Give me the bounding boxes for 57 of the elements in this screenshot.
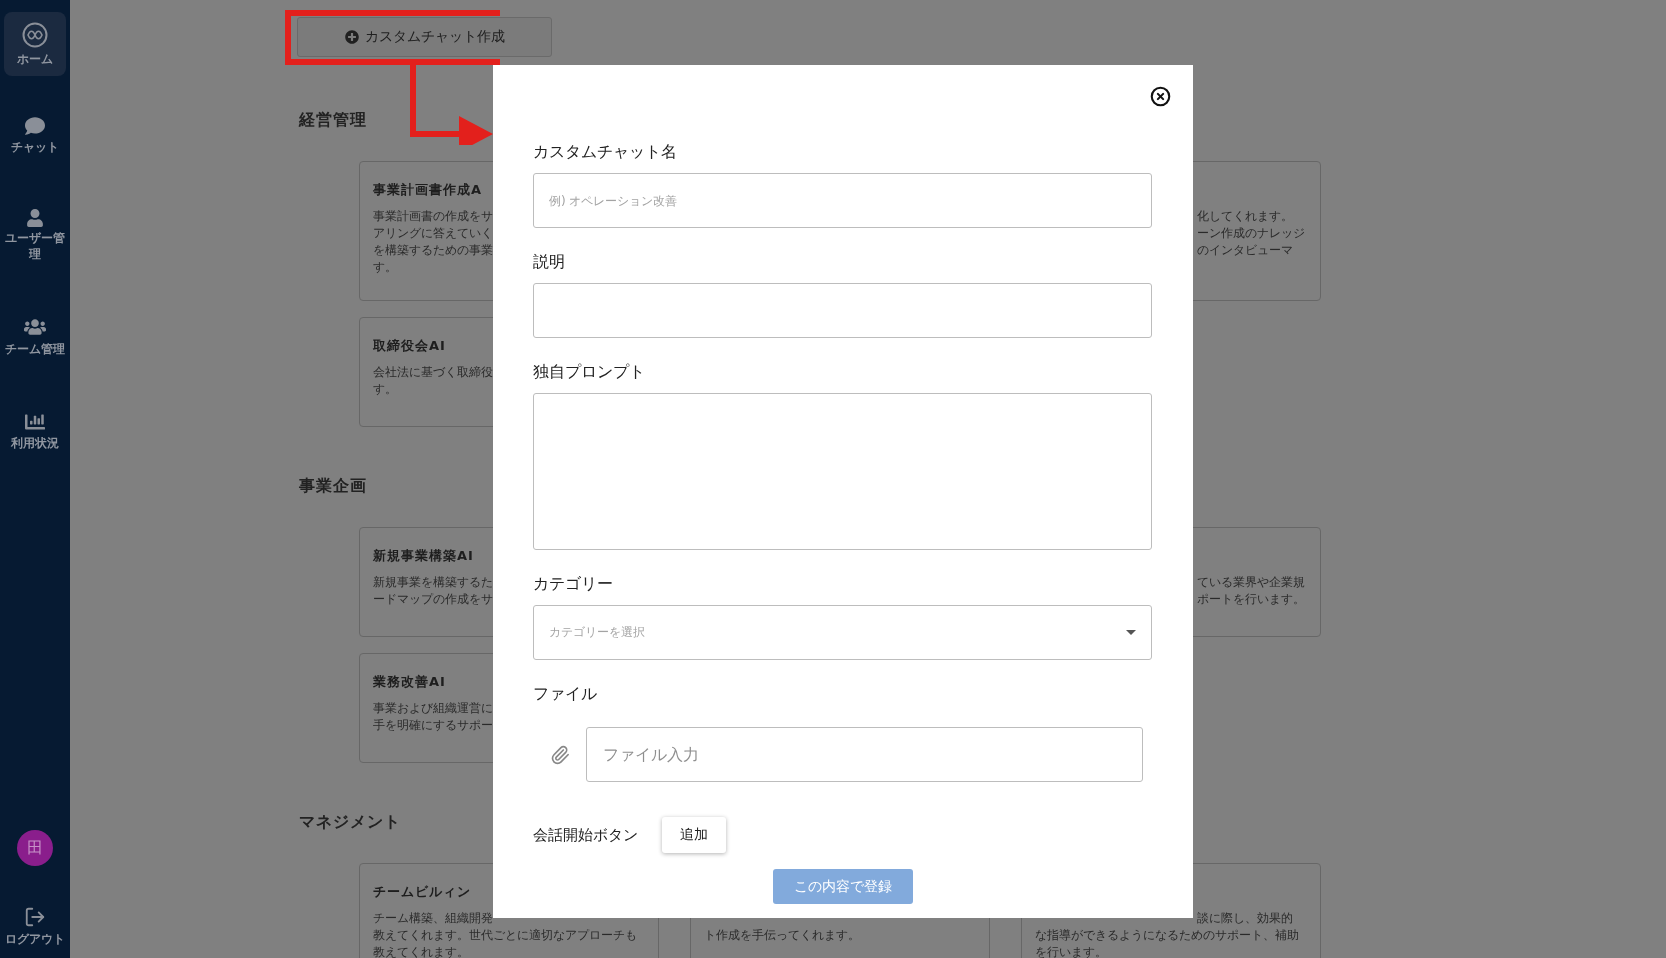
add-button[interactable]: 追加 [662, 817, 726, 853]
field-label: ファイル [533, 684, 598, 704]
close-button[interactable] [1150, 86, 1171, 107]
card-description: す。 [373, 381, 397, 398]
section-title: 経営管理 [299, 109, 368, 131]
field-label: カスタムチャット名 [533, 142, 678, 162]
card-title: 業務改善AI [373, 673, 447, 691]
card-description: のインタビューマ [1197, 242, 1293, 259]
input-field[interactable] [533, 283, 1152, 338]
card-title: チームビルィン [373, 883, 472, 901]
field-label: 説明 [533, 252, 566, 272]
card-description: 手を明確にするサポー [373, 717, 493, 734]
file-input-field[interactable]: ファイル入力 [586, 727, 1143, 782]
card-title: 新規事業構築AI [373, 547, 475, 565]
card-description: を構築するための事業 [373, 242, 493, 259]
card-description: ている業界や企業規 [1197, 574, 1305, 591]
sidebar-item[interactable]: ユーザー管理 [4, 199, 66, 271]
close-icon [1150, 86, 1171, 107]
card-description: を行います。 [1035, 944, 1107, 958]
card-description: チーム構築、組織開発 [373, 910, 493, 927]
input-field[interactable]: 例) オペレーション改善 [533, 173, 1152, 228]
card-description: 事業計画書の作成をサ [373, 208, 493, 225]
card-description: 教えてくれます。世代ごとに適切なアプローチも [373, 927, 637, 944]
paperclip-icon [550, 744, 570, 765]
card-description: ポートを行います。 [1197, 591, 1305, 608]
section-title: マネジメント [299, 811, 402, 833]
sidebar-item[interactable]: チーム管理 [4, 306, 66, 366]
card-description: 化してくれます。 [1197, 208, 1293, 225]
card-description: ードマップの作成をサ [373, 591, 493, 608]
field-label: 独自プロンプト [533, 362, 646, 382]
card-description: 新規事業を構築するた [373, 574, 493, 591]
card-description: ト作成を手伝ってくれます。 [704, 927, 860, 944]
caret-icon [1126, 630, 1136, 635]
logo-icon [22, 22, 48, 48]
card-description: ーン作成のナレッジ [1197, 225, 1305, 242]
user-icon [26, 209, 44, 228]
card-description: 事業および組織運営に [373, 700, 493, 717]
sidebar-item[interactable]: ホーム [4, 12, 66, 76]
chat-icon [25, 115, 45, 136]
card-description: アリングに答えていく [373, 225, 493, 242]
field-label: カテゴリー [533, 574, 614, 594]
card-description: 談に際し、効果的 [1197, 910, 1293, 927]
prompt-field[interactable] [533, 393, 1152, 550]
card-description: す。 [373, 259, 397, 276]
logout-icon [24, 906, 46, 929]
section-title: 事業企画 [299, 475, 368, 497]
card-description: 教えてくれます。 [373, 944, 469, 958]
card-description: な指導ができるようになるためのサポート、補助 [1035, 927, 1299, 944]
user-avatar[interactable]: 田 [17, 830, 53, 867]
plus-icon [344, 30, 359, 44]
sidebar-item[interactable]: チャット [4, 105, 66, 164]
sidebar-item[interactable]: 利用状況 [4, 401, 66, 460]
create-chat-button[interactable]: カスタムチャット作成 [297, 17, 552, 57]
logout-button[interactable]: ログアウト [5, 906, 65, 948]
card-description: 会社法に基づく取締役 [373, 364, 493, 381]
field-label: 会話開始ボタン [533, 825, 638, 845]
card-title: 取締役会AI [373, 337, 447, 355]
